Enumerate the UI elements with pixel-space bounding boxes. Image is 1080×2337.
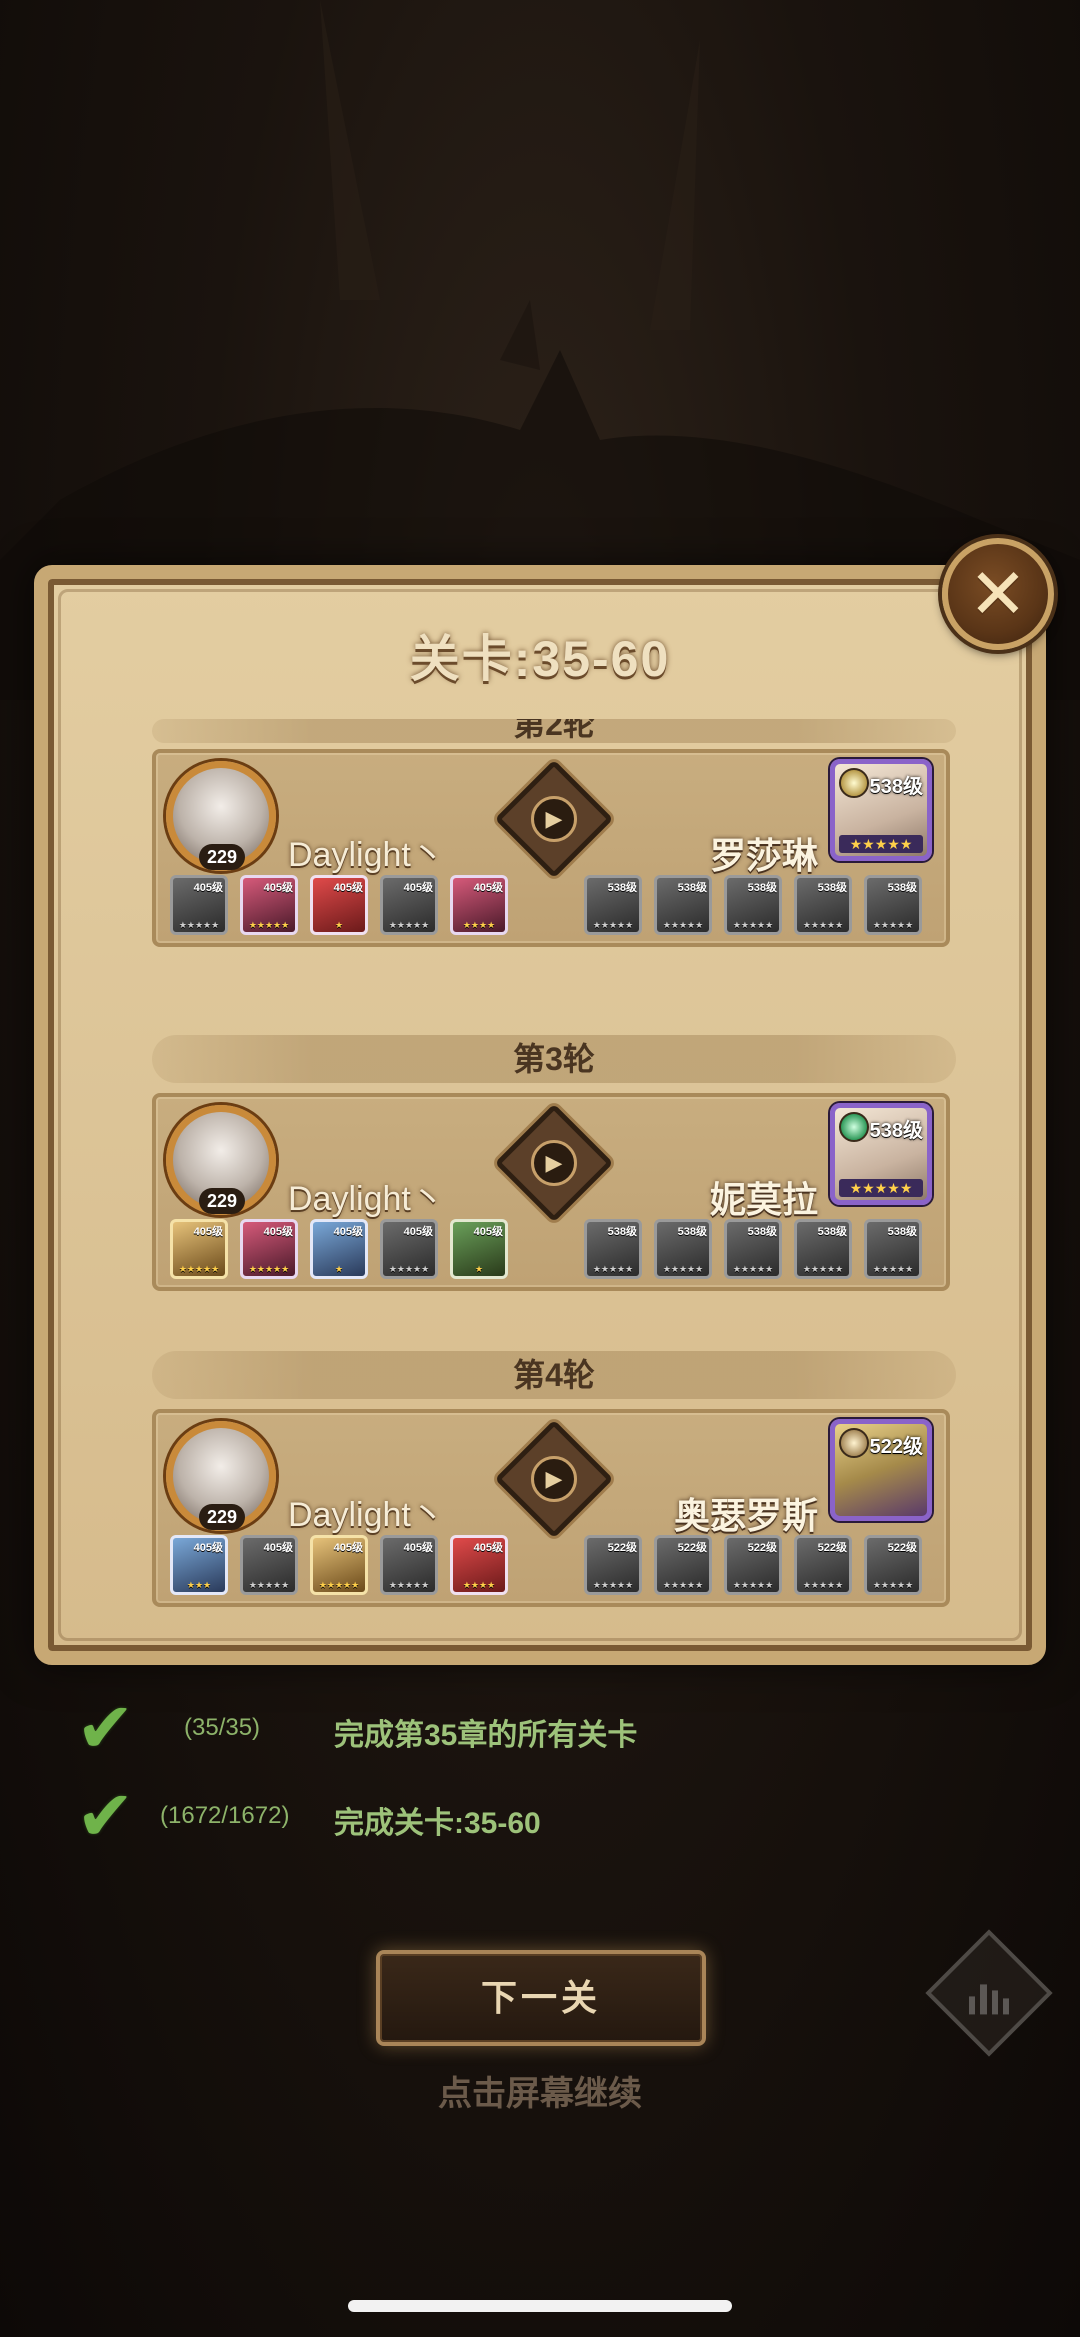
hero-icon[interactable]: 538级 ★★★★★: [584, 875, 642, 935]
enemy-portrait[interactable]: 522级: [830, 1419, 932, 1521]
home-indicator[interactable]: [348, 2300, 732, 2312]
faction-icon: [839, 1112, 869, 1142]
achievement-progress: (35/35): [184, 1714, 261, 1741]
hero-icon[interactable]: 538级 ★★★★★: [654, 875, 712, 935]
player-team: 405级 ★★★★★ 405级 ★★★★★ 405级 ★ 405级 ★★★★★ 405级…: [170, 875, 508, 935]
round-label: 第2轮: [152, 719, 956, 743]
player-level: 229: [199, 1188, 245, 1214]
hero-icon[interactable]: 522级 ★★★★★: [584, 1535, 642, 1595]
hero-icon[interactable]: 405级 ★★★★★: [310, 1535, 368, 1595]
hero-icon[interactable]: 522级 ★★★★★: [724, 1535, 782, 1595]
stats-button[interactable]: [925, 1929, 1053, 2057]
close-button[interactable]: ✕: [942, 538, 1054, 650]
achievement-description: 完成第35章的所有关卡: [334, 1719, 638, 1752]
player-avatar[interactable]: 229: [166, 1105, 276, 1215]
check-icon: ✔: [76, 1777, 135, 1855]
hero-icon[interactable]: 538级 ★★★★★: [654, 1219, 712, 1279]
hero-icon[interactable]: 538级 ★★★★★: [724, 875, 782, 935]
enemy-stars: ★★★★★: [839, 1179, 923, 1197]
enemy-team: 522级 ★★★★★ 522级 ★★★★★ 522级 ★★★★★ 522级 ★★★★★ …: [584, 1535, 922, 1595]
hero-icon[interactable]: 405级 ★★★★★: [380, 875, 438, 935]
enemy-level: 538级: [869, 1120, 923, 1142]
player-level: 229: [199, 844, 245, 870]
check-icon: ✔: [76, 1689, 135, 1767]
continue-hint[interactable]: 点击屏幕继续: [0, 2066, 1080, 2115]
player-avatar[interactable]: 229: [166, 1421, 276, 1531]
achievement-row: ✔ (35/35) 完成第35章的所有关卡: [76, 1693, 936, 1763]
achievement-description: 完成关卡:35-60: [334, 1807, 541, 1840]
hero-icon[interactable]: 405级 ★: [310, 1219, 368, 1279]
hero-icon[interactable]: 522级 ★★★★★: [864, 1535, 922, 1595]
hero-icon[interactable]: 522级 ★★★★★: [654, 1535, 712, 1595]
hero-icon[interactable]: 538级 ★★★★★: [794, 875, 852, 935]
play-icon: ▶: [531, 1140, 577, 1186]
close-icon: ✕: [968, 555, 1028, 633]
enemy-level: 522级: [869, 1436, 923, 1458]
hero-icon[interactable]: 538级 ★★★★★: [584, 1219, 642, 1279]
hero-icon[interactable]: 405级 ★★★★★: [170, 875, 228, 935]
enemy-portrait[interactable]: 538级 ★★★★★: [830, 759, 932, 861]
hero-icon[interactable]: 405级 ★: [450, 1219, 508, 1279]
hero-icon[interactable]: 538级 ★★★★★: [864, 875, 922, 935]
hero-icon[interactable]: 538级 ★★★★★: [724, 1219, 782, 1279]
hero-icon[interactable]: 538级 ★★★★★: [794, 1219, 852, 1279]
replay-button[interactable]: ▶: [494, 1103, 614, 1223]
hero-icon[interactable]: 538级 ★★★★★: [864, 1219, 922, 1279]
round-label: 第4轮: [152, 1351, 956, 1399]
battle-record: 229 Daylight丶 ▶ 奥瑟罗斯 522级 405级 ★★★ 405级 ★★…: [152, 1409, 950, 1607]
player-team: 405级 ★★★ 405级 ★★★★★ 405级 ★★★★★ 405级 ★★★★★ 40…: [170, 1535, 508, 1595]
next-stage-button[interactable]: 下一关: [376, 1950, 706, 2046]
round-label: 第3轮: [152, 1035, 956, 1083]
hero-icon[interactable]: 405级 ★★★★★: [170, 1219, 228, 1279]
hero-icon[interactable]: 405级 ★★★★★: [240, 875, 298, 935]
hero-icon[interactable]: 405级 ★★★★★: [240, 1219, 298, 1279]
play-icon: ▶: [531, 796, 577, 842]
enemy-stars: ★★★★★: [839, 835, 923, 853]
battle-record: 229 Daylight丶 ▶ 罗莎琳 538级 ★★★★★ 405级 ★★★★★…: [152, 749, 950, 947]
player-team: 405级 ★★★★★ 405级 ★★★★★ 405级 ★ 405级 ★★★★★ 405级…: [170, 1219, 508, 1279]
hero-icon[interactable]: 522级 ★★★★★: [794, 1535, 852, 1595]
player-avatar[interactable]: 229: [166, 761, 276, 871]
play-icon: ▶: [531, 1456, 577, 1502]
achievement-row: ✔ (1672/1672) 完成关卡:35-60: [76, 1781, 936, 1851]
player-level: 229: [199, 1504, 245, 1530]
next-stage-label: 下一关: [480, 1977, 601, 2018]
hero-icon[interactable]: 405级 ★★★★: [450, 1535, 508, 1595]
enemy-level: 538级: [869, 776, 923, 798]
hero-icon[interactable]: 405级 ★★★★★: [380, 1535, 438, 1595]
bar-chart-icon: [969, 1974, 1009, 2015]
dialog-title: 关卡:35-60: [409, 631, 671, 687]
player-name: Daylight丶: [288, 836, 445, 874]
hero-icon[interactable]: 405级 ★: [310, 875, 368, 935]
replay-button[interactable]: ▶: [494, 1419, 614, 1539]
enemy-team: 538级 ★★★★★ 538级 ★★★★★ 538级 ★★★★★ 538级 ★★★★★ …: [584, 1219, 922, 1279]
player-name: Daylight丶: [288, 1496, 445, 1534]
stage-result-dialog: 关卡:35-60 第2轮 229 Daylight丶 ▶ 罗莎琳 538级 ★★…: [34, 565, 1046, 1665]
hero-icon[interactable]: 405级 ★★★★★: [380, 1219, 438, 1279]
enemy-name: 罗莎琳: [709, 835, 818, 876]
enemy-name: 妮莫拉: [709, 1179, 818, 1220]
faction-icon: [839, 768, 869, 798]
enemy-team: 538级 ★★★★★ 538级 ★★★★★ 538级 ★★★★★ 538级 ★★★★★ …: [584, 875, 922, 935]
hero-icon[interactable]: 405级 ★★★: [170, 1535, 228, 1595]
replay-button[interactable]: ▶: [494, 759, 614, 879]
enemy-name: 奥瑟罗斯: [673, 1495, 818, 1536]
player-name: Daylight丶: [288, 1180, 445, 1218]
hero-icon[interactable]: 405级 ★★★★★: [240, 1535, 298, 1595]
achievement-progress: (1672/1672): [160, 1802, 290, 1829]
hero-icon[interactable]: 405级 ★★★★: [450, 875, 508, 935]
faction-icon: [839, 1428, 869, 1458]
battle-record: 229 Daylight丶 ▶ 妮莫拉 538级 ★★★★★ 405级 ★★★★★…: [152, 1093, 950, 1291]
enemy-portrait[interactable]: 538级 ★★★★★: [830, 1103, 932, 1205]
